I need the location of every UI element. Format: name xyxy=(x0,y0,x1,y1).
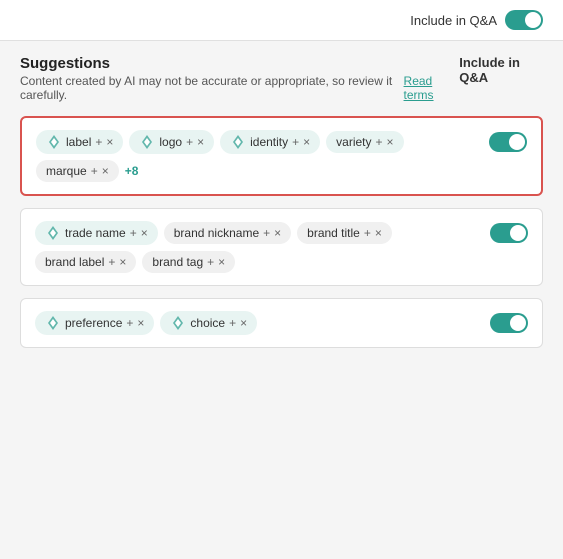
tag-brand-label-add[interactable]: + xyxy=(108,256,115,268)
ai-icon xyxy=(139,134,155,150)
ai-icon xyxy=(45,315,61,331)
tag-label-remove[interactable]: × xyxy=(106,136,113,148)
tag-brand-nickname-add[interactable]: + xyxy=(263,227,270,239)
tag-logo: logo + × xyxy=(129,130,214,154)
card-1: label + × logo + × identity xyxy=(20,116,543,196)
column-header-include-qna: Include in Q&A xyxy=(459,55,543,85)
tag-marque-remove[interactable]: × xyxy=(102,165,109,177)
tag-preference-remove[interactable]: × xyxy=(137,317,144,329)
tag-marque-add[interactable]: + xyxy=(91,165,98,177)
tag-preference-add[interactable]: + xyxy=(126,317,133,329)
tag-brand-tag: brand tag + × xyxy=(142,251,235,273)
tag-identity: identity + × xyxy=(220,130,320,154)
tag-variety: variety + × xyxy=(326,131,403,153)
tag-choice-remove[interactable]: × xyxy=(240,317,247,329)
tag-brand-nickname-remove[interactable]: × xyxy=(274,227,281,239)
tag-variety-add[interactable]: + xyxy=(376,136,383,148)
top-toggle[interactable] xyxy=(505,10,543,30)
tag-brand-tag-remove[interactable]: × xyxy=(218,256,225,268)
tag-brand-label-remove[interactable]: × xyxy=(119,256,126,268)
ai-icon xyxy=(230,134,246,150)
tag-choice: choice + × xyxy=(160,311,257,335)
card-1-tags: label + × logo + × identity xyxy=(36,130,479,182)
tag-brand-label: brand label + × xyxy=(35,251,136,273)
ai-icon xyxy=(170,315,186,331)
more-badge-card1[interactable]: +8 xyxy=(125,164,139,178)
tag-logo-remove[interactable]: × xyxy=(197,136,204,148)
card-2: trade name + × brand nickname + × brand … xyxy=(20,208,543,286)
suggestions-title: Suggestions xyxy=(20,55,459,72)
tag-label: label + × xyxy=(36,130,123,154)
ai-icon xyxy=(45,225,61,241)
tag-label-add[interactable]: + xyxy=(95,136,102,148)
card-2-tags: trade name + × brand nickname + × brand … xyxy=(35,221,480,273)
tag-brand-nickname: brand nickname + × xyxy=(164,222,291,244)
tag-logo-add[interactable]: + xyxy=(186,136,193,148)
tag-brand-tag-add[interactable]: + xyxy=(207,256,214,268)
tag-brand-title-add[interactable]: + xyxy=(364,227,371,239)
top-bar: Include in Q&A xyxy=(0,0,563,41)
tag-brand-title-remove[interactable]: × xyxy=(375,227,382,239)
card-3: preference + × choice + × xyxy=(20,298,543,348)
tag-trade-name-remove[interactable]: × xyxy=(141,227,148,239)
tag-identity-remove[interactable]: × xyxy=(303,136,310,148)
cards-list: label + × logo + × identity xyxy=(20,116,543,360)
tag-choice-add[interactable]: + xyxy=(229,317,236,329)
header-row: Suggestions Content created by AI may no… xyxy=(20,55,543,102)
tag-trade-name-add[interactable]: + xyxy=(130,227,137,239)
read-terms-link[interactable]: Read terms xyxy=(404,74,460,102)
tag-brand-title: brand title + × xyxy=(297,222,392,244)
tag-marque: marque + × xyxy=(36,160,119,182)
card-3-tags: preference + × choice + × xyxy=(35,311,480,335)
tag-identity-add[interactable]: + xyxy=(292,136,299,148)
suggestions-subtitle: Content created by AI may not be accurat… xyxy=(20,74,459,102)
tag-trade-name: trade name + × xyxy=(35,221,158,245)
card-1-toggle[interactable] xyxy=(489,132,527,152)
card-2-toggle[interactable] xyxy=(490,223,528,243)
tag-variety-remove[interactable]: × xyxy=(387,136,394,148)
tag-preference: preference + × xyxy=(35,311,154,335)
ai-icon xyxy=(46,134,62,150)
suggestions-header: Suggestions Content created by AI may no… xyxy=(20,55,459,102)
card-3-toggle[interactable] xyxy=(490,313,528,333)
top-toggle-label: Include in Q&A xyxy=(410,13,497,28)
